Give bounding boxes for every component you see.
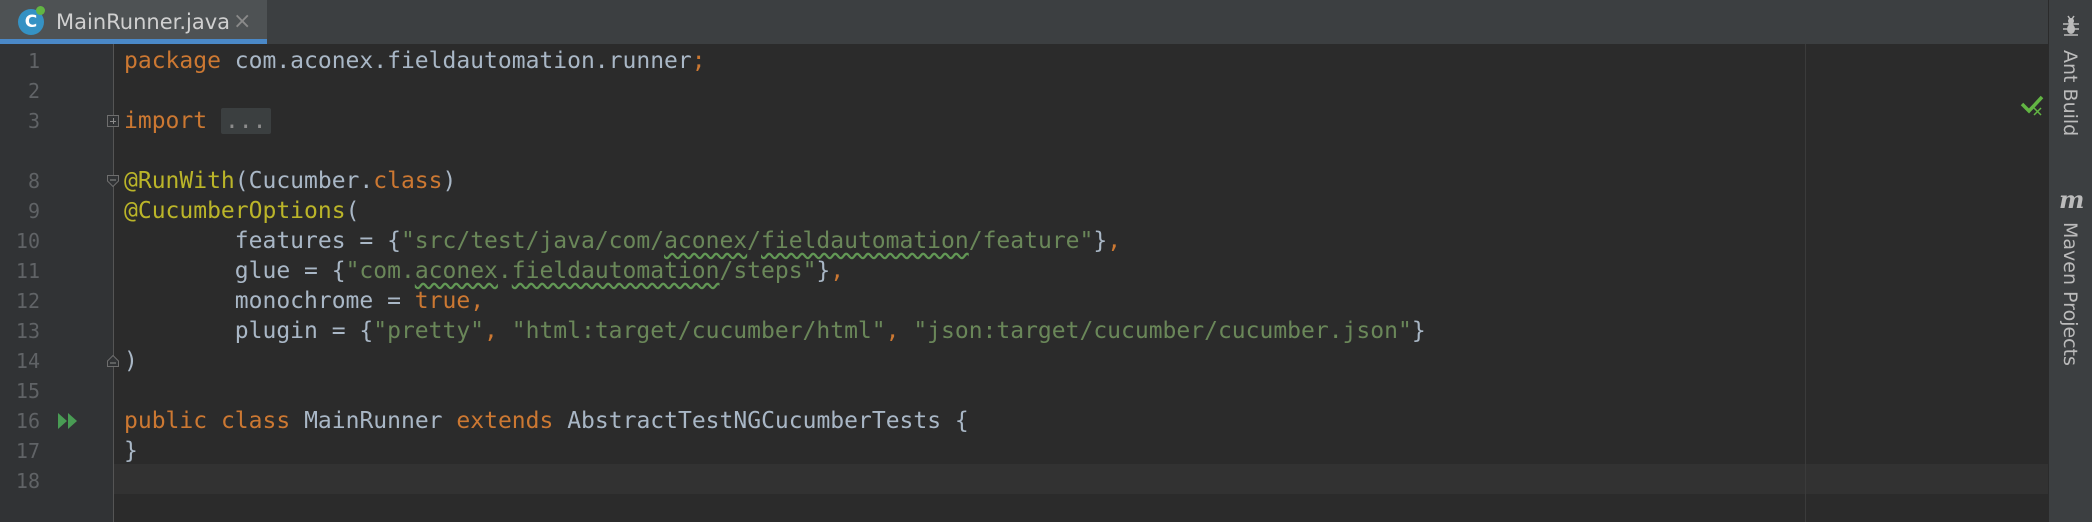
- superclass-name: AbstractTestNGCucumberTests {: [567, 408, 969, 434]
- keyword: package: [124, 48, 221, 74]
- line-number: 18: [15, 469, 40, 493]
- line-number: 17: [15, 439, 40, 463]
- code-line-3[interactable]: import ...: [124, 106, 271, 136]
- maven-icon: m: [2059, 185, 2085, 214]
- code-text: ): [442, 168, 457, 194]
- line-number: 16: [15, 409, 40, 433]
- code-editor[interactable]: 1 2 3 8 9 10 11 12 13 14 15 16 17 18 pac…: [0, 44, 2048, 522]
- tab-mainrunner[interactable]: C MainRunner.java ×: [0, 0, 267, 44]
- code-text: ): [124, 348, 138, 374]
- maven-projects-label: Maven Projects: [2059, 222, 2081, 366]
- ant-build-label: Ant Build: [2059, 50, 2081, 137]
- line-number: 12: [15, 289, 40, 313]
- folded-imports[interactable]: ...: [220, 108, 271, 134]
- code-text: }: [816, 258, 831, 284]
- maven-projects-tool-button[interactable]: m Maven Projects: [2049, 188, 2092, 388]
- comma: ,: [484, 318, 512, 344]
- editor-tab-bar: C MainRunner.java ×: [0, 0, 2048, 45]
- code-line-9[interactable]: @CucumberOptions(: [124, 196, 359, 226]
- comma: ,: [470, 288, 485, 314]
- string-literal: /steps": [719, 258, 817, 284]
- code-line-16[interactable]: public class MainRunner extends Abstract…: [124, 406, 969, 436]
- line-number: 1: [27, 49, 40, 73]
- code-text: (: [345, 198, 360, 224]
- code-line-1[interactable]: package com.aconex.fieldautomation.runne…: [124, 46, 706, 76]
- code-line-12[interactable]: monochrome = true,: [124, 286, 484, 316]
- line-number: 14: [15, 349, 40, 373]
- code-text: }: [1411, 318, 1426, 344]
- right-margin-guide: [1805, 44, 1806, 522]
- line-number: 10: [15, 229, 40, 253]
- code-line-10[interactable]: features = {"src/test/java/com/aconex/fi…: [124, 226, 1121, 256]
- string-literal: fieldautomation: [761, 228, 969, 254]
- ant-icon: [2063, 15, 2079, 36]
- line-number: 11: [15, 259, 40, 283]
- comma: ,: [1107, 228, 1122, 254]
- current-line-highlight: [114, 464, 2048, 494]
- annotation: @RunWith: [124, 168, 235, 194]
- tab-label: MainRunner.java: [56, 10, 231, 34]
- string-literal: "com.: [345, 258, 415, 284]
- code-text: }: [1093, 228, 1108, 254]
- code-text: plugin = {: [124, 318, 374, 344]
- code-text: }: [124, 438, 138, 464]
- code-line-13[interactable]: plugin = {"pretty", "html:target/cucumbe…: [124, 316, 1426, 346]
- string-literal: /: [747, 228, 762, 254]
- line-number: 8: [27, 169, 40, 193]
- string-literal: "pretty": [373, 318, 485, 344]
- line-number: 2: [27, 79, 40, 103]
- run-gutter-icon[interactable]: [56, 411, 80, 431]
- keyword: public: [124, 408, 208, 434]
- string-literal: .: [497, 258, 512, 284]
- keyword: class: [220, 408, 291, 434]
- fold-end-icon[interactable]: [107, 355, 119, 367]
- editor-gutter: 1 2 3 8 9 10 11 12 13 14 15 16 17 18: [0, 44, 114, 522]
- code-line-8[interactable]: @RunWith(Cucumber.class): [124, 166, 456, 196]
- keyword: extends: [456, 408, 554, 434]
- string-literal: "src/test/java/com/: [400, 228, 665, 254]
- run-badge-icon: [36, 6, 45, 15]
- keyword: class: [373, 168, 443, 194]
- string-literal: aconex: [414, 258, 498, 284]
- tab-bar-empty-area: [267, 0, 2048, 44]
- line-number: 9: [27, 199, 40, 223]
- string-literal: /feature": [968, 228, 1094, 254]
- code-text: features = {: [124, 228, 401, 254]
- comma: ,: [885, 318, 914, 344]
- annotation: @CucumberOptions: [124, 198, 346, 224]
- class-name: MainRunner: [304, 408, 443, 434]
- code-line-14[interactable]: ): [124, 346, 138, 376]
- ant-build-tool-button[interactable]: Ant Build: [2049, 14, 2092, 144]
- code-text: (Cucumber.: [234, 168, 374, 194]
- keyword: true: [414, 288, 471, 314]
- line-number: 3: [27, 109, 40, 133]
- line-number: 15: [15, 379, 40, 403]
- string-literal: fieldautomation: [511, 258, 720, 284]
- close-icon[interactable]: ×: [233, 9, 251, 35]
- package-name: com.aconex.fieldautomation.runner: [220, 48, 692, 74]
- code-text: monochrome =: [124, 288, 415, 314]
- line-number: 13: [15, 319, 40, 343]
- keyword: import: [124, 108, 208, 134]
- comma: ,: [830, 258, 845, 284]
- fold-expand-icon[interactable]: [107, 115, 119, 127]
- string-literal: aconex: [664, 228, 748, 254]
- code-line-17[interactable]: }: [124, 436, 138, 466]
- semicolon: ;: [691, 48, 706, 74]
- code-text: glue = {: [124, 258, 346, 284]
- string-literal: "html:target/cucumber/html": [511, 318, 886, 344]
- code-line-11[interactable]: glue = {"com.aconex.fieldautomation/step…: [124, 256, 844, 286]
- right-tool-sidebar: Ant Build m Maven Projects: [2048, 0, 2092, 522]
- fold-collapse-icon[interactable]: [107, 175, 119, 187]
- inspection-ok-icon[interactable]: [2020, 94, 2044, 116]
- string-literal: "json:target/cucumber/cucumber.json": [913, 318, 1412, 344]
